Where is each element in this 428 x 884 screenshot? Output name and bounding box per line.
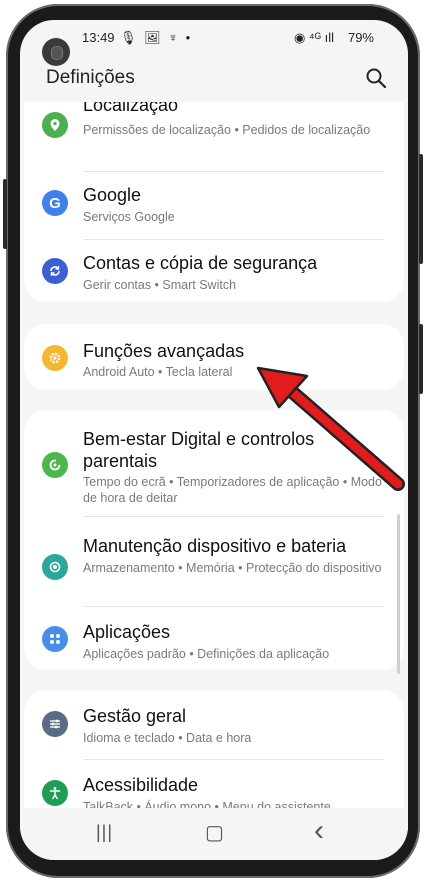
search-icon[interactable] (364, 66, 388, 90)
settings-item-accounts-backup[interactable]: Contas e cópia de segurança Gerir contas… (24, 240, 404, 302)
item-title: Funções avançadas (83, 341, 245, 361)
item-subtitle: Serviços Google (83, 210, 175, 224)
scrollbar[interactable] (397, 514, 400, 674)
item-title: Manutenção dispositivo e bateria (83, 536, 347, 556)
volume-button (3, 179, 7, 249)
item-subtitle: Aplicações padrão • Definições da aplica… (83, 647, 330, 661)
side-key-upper (419, 154, 423, 264)
item-subtitle: Permissões de localização • Pedidos de l… (83, 123, 371, 137)
item-subtitle: Android Auto • Tecla lateral (83, 365, 233, 379)
notification-icons: 🎙 🖼 ♆ • (120, 30, 193, 45)
item-title: Aplicações (83, 622, 171, 642)
item-subtitle: Gerir contas • Smart Switch (83, 278, 237, 292)
page-title: Definições (46, 67, 135, 88)
sync-icon (42, 258, 68, 284)
settings-item-google[interactable]: G Google Serviços Google (24, 172, 404, 238)
home-button[interactable]: ▢ (205, 820, 224, 845)
item-title: Acessibilidade (83, 775, 199, 795)
battery-level: 79% (347, 30, 374, 45)
maintenance-icon (42, 554, 68, 580)
settings-item-general-management[interactable]: Gestão geral Idioma e teclado • Data e h… (24, 690, 404, 758)
screen: 13:49 🎙 🖼 ♆ • ◉ ⁴ᴳ ıll 79% Definições Lo… (20, 20, 408, 860)
item-title: Localização (83, 95, 179, 115)
settings-item-advanced-features[interactable]: Funções avançadas Android Auto • Tecla l… (24, 324, 404, 390)
location-icon (42, 112, 68, 138)
status-time: 13:49 (82, 30, 115, 45)
status-bar: 13:49 🎙 🖼 ♆ • ◉ ⁴ᴳ ıll 79% (20, 20, 408, 66)
sliders-icon (42, 711, 68, 737)
side-key-lower (419, 324, 423, 394)
front-camera (42, 38, 70, 66)
settings-item-device-care[interactable]: Manutenção dispositivo e bateria Armazen… (24, 517, 404, 607)
item-title: Google (83, 185, 142, 205)
settings-card-device: Bem-estar Digital e controlos parentais … (24, 410, 404, 670)
back-button[interactable]: ‹ (314, 814, 324, 848)
settings-item-location[interactable]: Localização Permissões de localização • … (24, 102, 404, 168)
settings-card-accounts: Localização Permissões de localização • … (24, 102, 404, 302)
item-subtitle: Idioma e teclado • Data e hora (83, 731, 252, 745)
accessibility-icon (42, 780, 68, 806)
wellbeing-icon (42, 452, 68, 478)
apps-icon (42, 626, 68, 652)
item-title: Contas e cópia de segurança (83, 253, 318, 273)
settings-card-advanced: Funções avançadas Android Auto • Tecla l… (24, 324, 404, 390)
navigation-bar: ||| ▢ ‹ (20, 808, 408, 860)
settings-item-digital-wellbeing[interactable]: Bem-estar Digital e controlos parentais … (24, 410, 404, 510)
item-title: Gestão geral (83, 706, 187, 726)
item-title: Bem-estar Digital e controlos parentais (83, 429, 315, 471)
settings-item-apps[interactable]: Aplicações Aplicações padrão • Definiçõe… (24, 607, 404, 670)
item-subtitle: Armazenamento • Memória • Protecção do d… (83, 561, 382, 575)
item-subtitle: Tempo do ecrã • Temporizadores de aplica… (83, 475, 382, 505)
google-icon: G (42, 190, 68, 216)
gear-star-icon (42, 345, 68, 371)
recents-button[interactable]: ||| (96, 822, 113, 843)
signal-icons: ◉ ⁴ᴳ ıll (294, 30, 334, 45)
